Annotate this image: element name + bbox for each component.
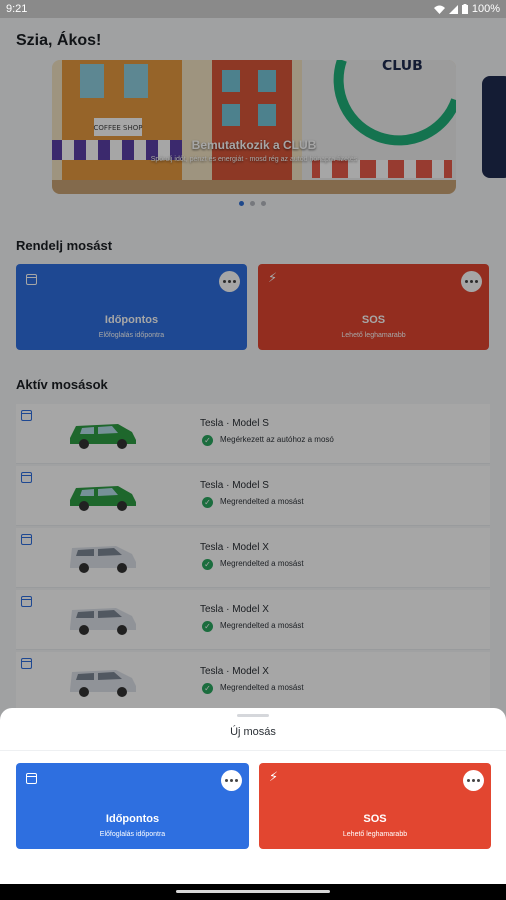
sheet-title: Új mosás <box>230 726 276 738</box>
divider <box>0 750 506 751</box>
battery-icon <box>461 4 468 14</box>
card-subtitle: Lehető leghamarabb <box>342 831 408 838</box>
battery-level: 100% <box>471 3 500 15</box>
calendar-icon <box>26 773 37 784</box>
home-gesture-handle[interactable] <box>176 890 330 893</box>
more-options-button[interactable] <box>221 770 242 791</box>
card-subtitle: Előfoglalás időpontra <box>99 831 166 838</box>
new-wash-bottom-sheet: Új mosás Időpontos Előfoglalás időpontra… <box>0 708 506 884</box>
status-icons: 100% <box>433 3 500 15</box>
signal-icon <box>448 4 458 14</box>
card-title: SOS <box>363 813 387 825</box>
sos-wash-card[interactable]: ⚡ SOS Lehető leghamarabb <box>259 763 491 849</box>
sheet-drag-handle[interactable] <box>237 714 269 717</box>
scheduled-wash-card[interactable]: Időpontos Előfoglalás időpontra <box>16 763 249 849</box>
gesture-navigation-bar <box>0 884 506 900</box>
status-time: 9:21 <box>6 3 28 15</box>
wifi-icon <box>433 5 445 14</box>
more-options-button[interactable] <box>463 770 484 791</box>
lightning-icon: ⚡ <box>269 769 279 784</box>
card-title: Időpontos <box>105 813 160 825</box>
status-bar: 9:21 100% <box>0 0 506 18</box>
